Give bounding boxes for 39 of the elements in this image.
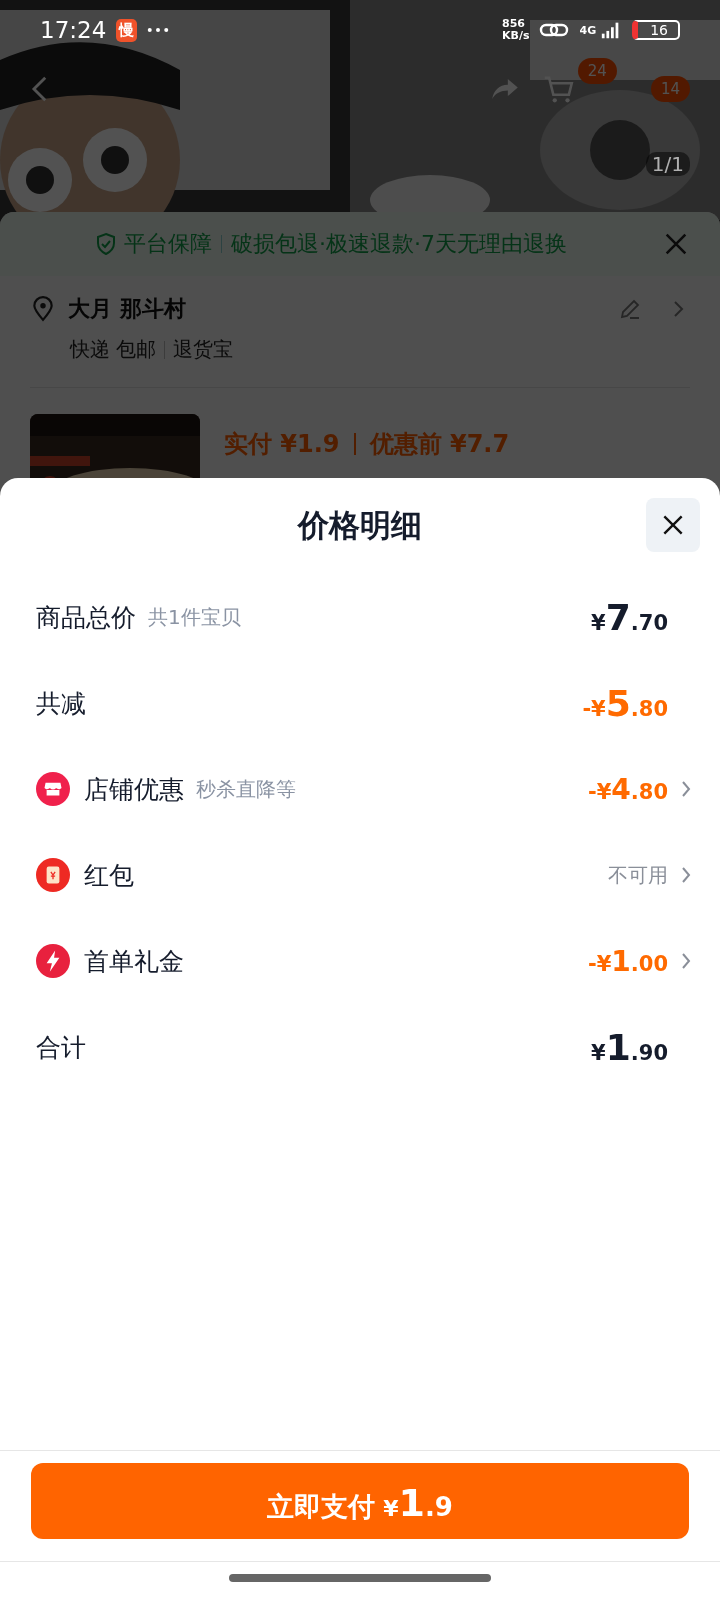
row-amount: 不可用 [608, 861, 668, 889]
original-price: 优惠前 ¥7.7 [369, 429, 510, 460]
store-icon [36, 772, 70, 806]
address-name[interactable]: 大月 那斗村 [68, 294, 186, 324]
row-label: 店铺优惠 [84, 773, 184, 806]
row-label: 共减 [36, 687, 86, 720]
row-label: 合计 [36, 1031, 86, 1064]
row-amount: -¥1.00 [588, 944, 668, 978]
row-label: 首单礼金 [84, 945, 184, 978]
guarantee-title: 平台保障 [124, 230, 212, 258]
more-icon [147, 27, 170, 33]
envelope-icon [36, 858, 70, 892]
row-amount: -¥5.80 [582, 682, 668, 724]
chevron-icon[interactable] [680, 865, 692, 885]
row-amount: ¥7.70 [591, 596, 668, 638]
row-amount: ¥1.90 [591, 1026, 668, 1068]
network-type: 4G [579, 23, 597, 37]
chevron-icon[interactable] [680, 951, 692, 971]
chevron-icon[interactable] [680, 779, 692, 799]
network-speed: 856 KB/s [502, 18, 530, 42]
row-note: 秒杀直降等 [196, 775, 296, 803]
row-amount: -¥4.80 [588, 772, 668, 806]
shipping-text: 快递 包邮 [70, 336, 157, 363]
row-note: 共1件宝贝 [148, 603, 241, 631]
edit-icon[interactable] [618, 297, 642, 321]
service-text: 退货宝 [173, 336, 234, 363]
lightning-icon [36, 944, 70, 978]
close-button[interactable] [646, 498, 700, 552]
battery-level: 16 [632, 20, 680, 40]
status-time: 17:24 [40, 17, 107, 43]
image-counter: 1/1 [645, 152, 690, 176]
paid-price: 实付 ¥1.9 [224, 429, 340, 460]
row-label: 红包 [84, 859, 134, 892]
row-label: 商品总价 [36, 601, 136, 634]
guarantee-terms: 破损包退·极速退款·7天无理由退换 [231, 230, 567, 258]
location-icon [30, 296, 56, 322]
sheet-title: 价格明细 [298, 506, 422, 545]
pay-button[interactable]: 立即支付 ¥1.9 [31, 1463, 689, 1539]
shield-icon [94, 232, 118, 256]
